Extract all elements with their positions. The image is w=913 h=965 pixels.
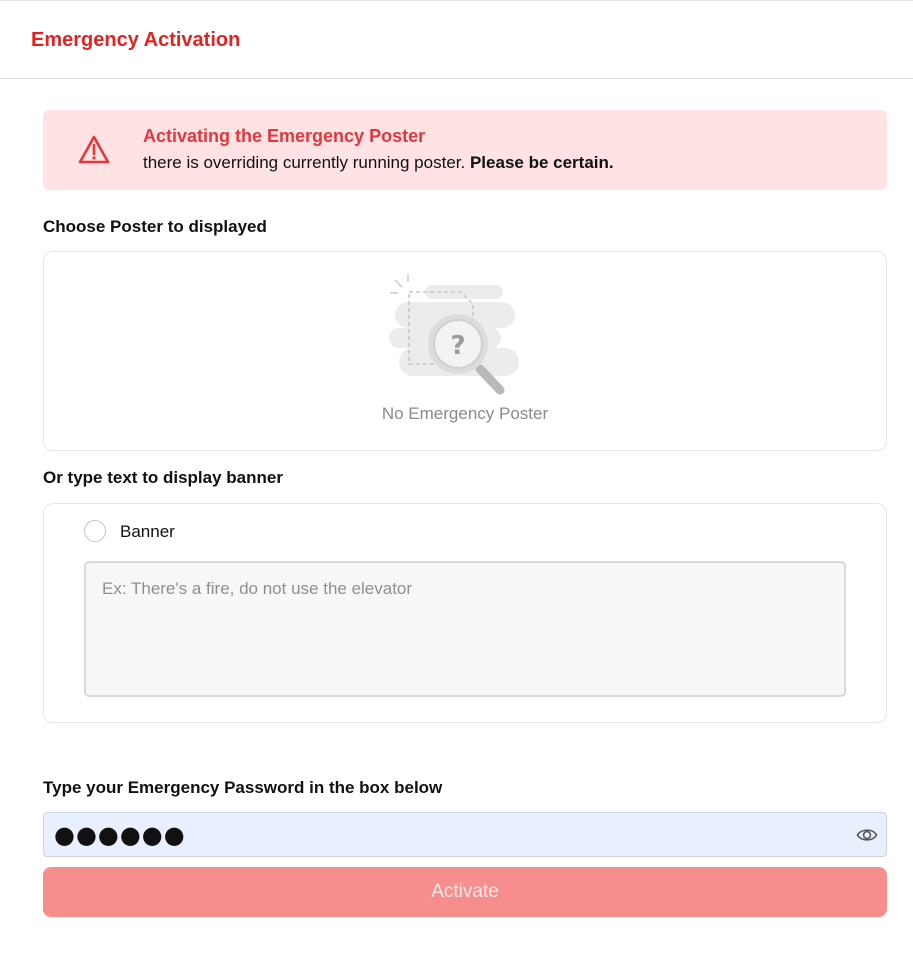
poster-picker[interactable]: ? No Emergency Poster xyxy=(43,251,887,451)
warning-alert: Activating the Emergency Poster there is… xyxy=(43,110,887,190)
page-title: Emergency Activation xyxy=(31,29,241,51)
banner-radio[interactable] xyxy=(84,520,106,542)
alert-message-text: there is overriding currently running po… xyxy=(143,153,466,172)
eye-icon[interactable] xyxy=(856,825,878,845)
password-masked-value: ●●●●●● xyxy=(54,821,186,849)
banner-section-label: Or type text to display banner xyxy=(43,468,283,487)
activate-button[interactable]: Activate xyxy=(43,867,887,917)
banner-panel: Banner xyxy=(43,503,887,723)
password-section-label: Type your Emergency Password in the box … xyxy=(43,778,443,797)
banner-radio-label[interactable]: Banner xyxy=(120,522,175,542)
poster-section-label: Choose Poster to displayed xyxy=(43,217,267,236)
page-header: Emergency Activation xyxy=(0,1,913,79)
alert-title: Activating the Emergency Poster xyxy=(143,126,426,146)
emergency-password-field[interactable]: ●●●●●● xyxy=(43,812,887,857)
banner-text-input[interactable] xyxy=(84,561,846,697)
alert-message: there is overriding currently running po… xyxy=(143,153,614,173)
svg-text:?: ? xyxy=(450,331,465,361)
empty-state-text: No Emergency Poster xyxy=(381,404,549,423)
magnifier-question-icon: ? xyxy=(389,274,519,395)
alert-emphasis: Please be certain. xyxy=(469,153,614,172)
warning-triangle-icon xyxy=(78,135,110,164)
